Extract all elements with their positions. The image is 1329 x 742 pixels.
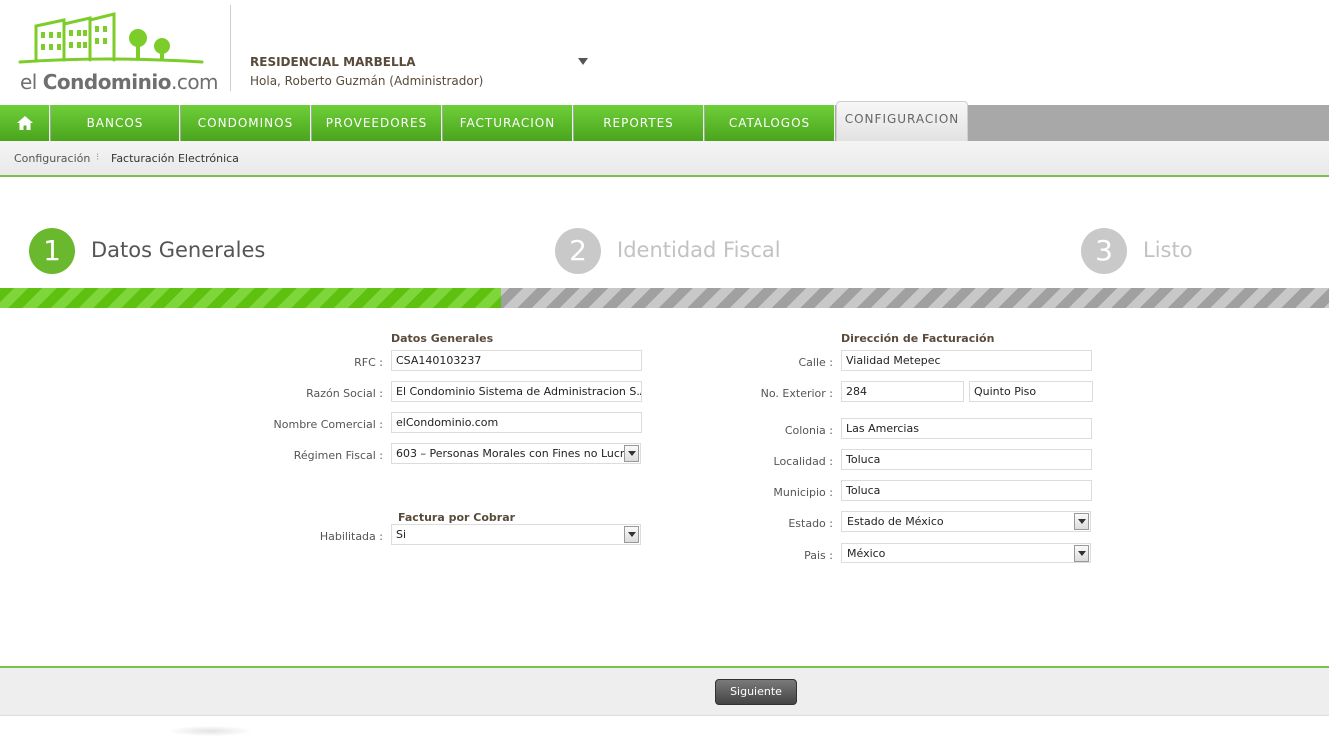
- nav-configuracion[interactable]: CONFIGURACION: [836, 101, 968, 141]
- chevron-down-icon: [624, 526, 639, 543]
- step-2-number: 2: [555, 228, 601, 274]
- no-exterior-label: No. Exterior :: [760, 387, 833, 400]
- elcondominio-logo[interactable]: el Condominio.com: [16, 10, 219, 95]
- nav-reportes[interactable]: REPORTES: [574, 105, 704, 141]
- breadcrumb-separator-icon: ⁝: [96, 152, 100, 163]
- chevron-down-icon: [1074, 545, 1089, 562]
- step-3-number: 3: [1081, 228, 1127, 274]
- estado-label: Estado :: [788, 517, 833, 530]
- breadcrumb-facturacion-electronica: Facturación Electrónica: [111, 152, 239, 165]
- breadcrumb-configuracion[interactable]: Configuración: [14, 152, 90, 165]
- nav-facturacion[interactable]: FACTURACION: [443, 105, 573, 141]
- pais-label: Pais :: [804, 549, 833, 562]
- step-2-label: Identidad Fiscal: [617, 238, 781, 262]
- municipio-label: Municipio :: [773, 486, 833, 499]
- logo-text: el Condominio.com: [20, 70, 219, 94]
- user-greeting: Hola, Roberto Guzmán (Administrador): [250, 74, 484, 88]
- chevron-down-icon: [1074, 513, 1089, 530]
- step-1-number: 1: [29, 228, 75, 274]
- regimen-fiscal-label: Régimen Fiscal :: [293, 449, 383, 462]
- condominium-name: RESIDENCIAL MARBELLA: [250, 55, 416, 69]
- nav-home-button[interactable]: [0, 105, 50, 141]
- localidad-input[interactable]: Toluca: [841, 449, 1092, 470]
- colonia-input[interactable]: Las Amercias: [841, 418, 1092, 439]
- breadcrumb: Configuración ⁝ Facturación Electrónica: [0, 141, 1329, 177]
- razon-social-label: Razón Social :: [306, 387, 383, 400]
- siguiente-button[interactable]: Siguiente: [715, 679, 797, 705]
- colonia-label: Colonia :: [784, 424, 833, 437]
- no-exterior-input[interactable]: 284: [841, 381, 964, 402]
- calle-label: Calle :: [798, 356, 833, 369]
- habilitada-select[interactable]: Si: [391, 524, 641, 545]
- nav-proveedores[interactable]: PROVEEDORES: [312, 105, 442, 141]
- razon-social-input[interactable]: El Condominio Sistema de Administracion …: [391, 381, 642, 402]
- no-interior-input[interactable]: Quinto Piso: [969, 381, 1093, 402]
- calle-input[interactable]: Vialidad Metepec: [841, 350, 1092, 371]
- pais-select[interactable]: México: [841, 543, 1091, 563]
- wizard-progress-bar: [0, 288, 1329, 308]
- condominium-dropdown-arrow-icon[interactable]: [578, 58, 588, 65]
- localidad-label: Localidad :: [773, 455, 833, 468]
- wizard-steps: 1 Datos Generales 2 Identidad Fiscal 3 L…: [0, 218, 1329, 288]
- direccion-facturacion-title: Dirección de Facturación: [841, 332, 995, 345]
- header: el Condominio.com RESIDENCIAL MARBELLA H…: [0, 0, 1329, 105]
- wizard-progress-fill: [0, 288, 502, 308]
- condominium-buildings-logo-icon: [18, 12, 204, 64]
- nav-condominos[interactable]: CONDOMINOS: [181, 105, 311, 141]
- rfc-label: RFC :: [354, 356, 383, 369]
- nombre-comercial-label: Nombre Comercial :: [273, 418, 383, 431]
- factura-por-cobrar-title: Factura por Cobrar: [398, 511, 516, 524]
- main-nav: BANCOS CONDOMINOS PROVEEDORES FACTURACIO…: [0, 101, 1329, 141]
- step-3-label: Listo: [1143, 238, 1193, 262]
- regimen-fiscal-value: 603 – Personas Morales con Fines no Lucr…: [396, 447, 632, 460]
- rfc-input[interactable]: CSA140103237: [391, 350, 642, 371]
- nombre-comercial-input[interactable]: elCondominio.com: [391, 412, 642, 433]
- estado-value: Estado de México: [847, 515, 944, 528]
- chevron-down-icon: [624, 445, 639, 462]
- regimen-fiscal-select[interactable]: 603 – Personas Morales con Fines no Lucr…: [391, 443, 641, 464]
- pais-value: México: [847, 547, 886, 560]
- habilitada-value: Si: [396, 528, 407, 541]
- footer-decoration: [170, 726, 250, 736]
- estado-select[interactable]: Estado de México: [841, 511, 1091, 532]
- step-1-label: Datos Generales: [91, 238, 266, 262]
- footer-bar: [0, 666, 1329, 716]
- home-icon: [17, 116, 33, 130]
- nav-catalogos[interactable]: CATALOGOS: [705, 105, 835, 141]
- header-divider: [230, 5, 231, 91]
- datos-generales-title: Datos Generales: [391, 332, 494, 345]
- nav-bancos[interactable]: BANCOS: [51, 105, 180, 141]
- municipio-input[interactable]: Toluca: [841, 480, 1092, 501]
- habilitada-label: Habilitada :: [319, 530, 383, 543]
